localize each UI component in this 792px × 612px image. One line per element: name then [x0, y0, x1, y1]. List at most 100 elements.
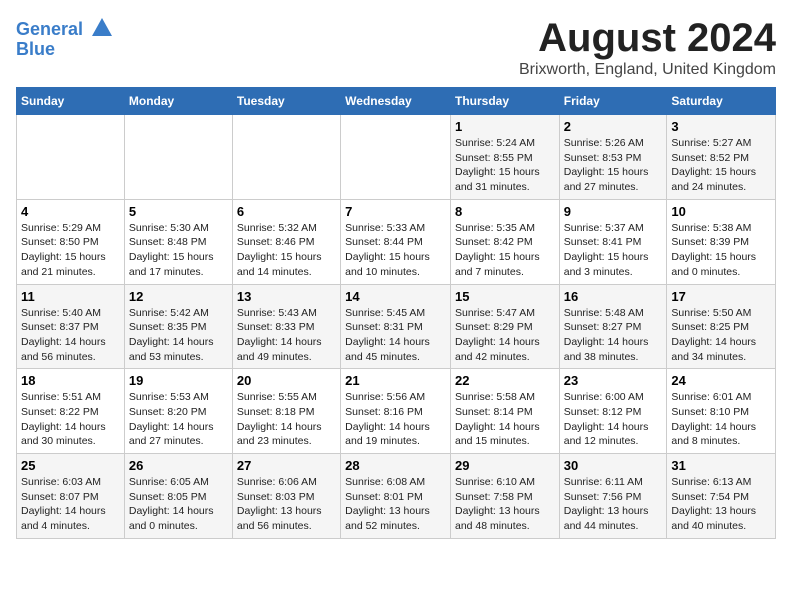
- day-info: Sunrise: 6:03 AM Sunset: 8:07 PM Dayligh…: [21, 475, 120, 534]
- day-info: Sunrise: 6:08 AM Sunset: 8:01 PM Dayligh…: [345, 475, 446, 534]
- calendar-cell: 3 Sunrise: 5:27 AM Sunset: 8:52 PM Daylig…: [667, 115, 776, 200]
- day-info: Sunrise: 5:48 AM Sunset: 8:27 PM Dayligh…: [564, 306, 663, 365]
- day-info: Sunrise: 5:40 AM Sunset: 8:37 PM Dayligh…: [21, 306, 120, 365]
- calendar-cell: 7 Sunrise: 5:33 AM Sunset: 8:44 PM Daylig…: [341, 199, 451, 284]
- logo: General Blue: [16, 20, 114, 60]
- day-info: Sunrise: 5:29 AM Sunset: 8:50 PM Dayligh…: [21, 221, 120, 280]
- day-header-tuesday: Tuesday: [232, 88, 340, 115]
- day-info: Sunrise: 5:47 AM Sunset: 8:29 PM Dayligh…: [455, 306, 555, 365]
- day-info: Sunrise: 5:55 AM Sunset: 8:18 PM Dayligh…: [237, 390, 336, 449]
- day-number: 5: [129, 204, 228, 219]
- day-info: Sunrise: 5:42 AM Sunset: 8:35 PM Dayligh…: [129, 306, 228, 365]
- page-title: August 2024: [519, 16, 776, 61]
- day-number: 25: [21, 458, 120, 473]
- calendar-cell: 1 Sunrise: 5:24 AM Sunset: 8:55 PM Daylig…: [450, 115, 559, 200]
- day-info: Sunrise: 6:01 AM Sunset: 8:10 PM Dayligh…: [671, 390, 771, 449]
- day-info: Sunrise: 5:26 AM Sunset: 8:53 PM Dayligh…: [564, 136, 663, 195]
- day-info: Sunrise: 5:56 AM Sunset: 8:16 PM Dayligh…: [345, 390, 446, 449]
- calendar-cell: 10 Sunrise: 5:38 AM Sunset: 8:39 PM Dayli…: [667, 199, 776, 284]
- day-number: 6: [237, 204, 336, 219]
- day-number: 31: [671, 458, 771, 473]
- day-number: 10: [671, 204, 771, 219]
- day-number: 14: [345, 289, 446, 304]
- title-area: August 2024 Brixworth, England, United K…: [519, 16, 776, 79]
- calendar-cell: [341, 115, 451, 200]
- calendar-cell: 2Sunrise: 5:26 AM Sunset: 8:53 PM Daylig…: [559, 115, 667, 200]
- day-info: Sunrise: 6:00 AM Sunset: 8:12 PM Dayligh…: [564, 390, 663, 449]
- calendar-cell: 29 Sunrise: 6:10 AM Sunset: 7:58 PM Dayli…: [450, 454, 559, 539]
- day-info: Sunrise: 6:11 AM Sunset: 7:56 PM Dayligh…: [564, 475, 663, 534]
- logo-blue: Blue: [16, 40, 114, 60]
- calendar-cell: 4 Sunrise: 5:29 AM Sunset: 8:50 PM Daylig…: [17, 199, 125, 284]
- day-info: Sunrise: 6:13 AM Sunset: 7:54 PM Dayligh…: [671, 475, 771, 534]
- calendar-cell: 22 Sunrise: 5:58 AM Sunset: 8:14 PM Dayli…: [450, 369, 559, 454]
- day-info: Sunrise: 5:32 AM Sunset: 8:46 PM Dayligh…: [237, 221, 336, 280]
- day-info: Sunrise: 6:06 AM Sunset: 8:03 PM Dayligh…: [237, 475, 336, 534]
- calendar-cell: 28Sunrise: 6:08 AM Sunset: 8:01 PM Dayli…: [341, 454, 451, 539]
- calendar-cell: 18 Sunrise: 5:51 AM Sunset: 8:22 PM Dayli…: [17, 369, 125, 454]
- day-number: 24: [671, 373, 771, 388]
- day-info: Sunrise: 5:33 AM Sunset: 8:44 PM Dayligh…: [345, 221, 446, 280]
- day-info: Sunrise: 6:05 AM Sunset: 8:05 PM Dayligh…: [129, 475, 228, 534]
- day-number: 30: [564, 458, 663, 473]
- calendar-cell: 13 Sunrise: 5:43 AM Sunset: 8:33 PM Dayli…: [232, 284, 340, 369]
- day-info: Sunrise: 5:35 AM Sunset: 8:42 PM Dayligh…: [455, 221, 555, 280]
- day-number: 19: [129, 373, 228, 388]
- day-info: Sunrise: 5:27 AM Sunset: 8:52 PM Dayligh…: [671, 136, 771, 195]
- calendar-cell: 26 Sunrise: 6:05 AM Sunset: 8:05 PM Dayli…: [124, 454, 232, 539]
- day-number: 4: [21, 204, 120, 219]
- day-number: 3: [671, 119, 771, 134]
- page-subtitle: Brixworth, England, United Kingdom: [519, 61, 776, 79]
- day-number: 22: [455, 373, 555, 388]
- calendar-cell: 19 Sunrise: 5:53 AM Sunset: 8:20 PM Dayli…: [124, 369, 232, 454]
- day-info: Sunrise: 5:24 AM Sunset: 8:55 PM Dayligh…: [455, 136, 555, 195]
- day-info: Sunrise: 5:51 AM Sunset: 8:22 PM Dayligh…: [21, 390, 120, 449]
- calendar-cell: 21Sunrise: 5:56 AM Sunset: 8:16 PM Dayli…: [341, 369, 451, 454]
- day-header-sunday: Sunday: [17, 88, 125, 115]
- day-info: Sunrise: 5:58 AM Sunset: 8:14 PM Dayligh…: [455, 390, 555, 449]
- day-number: 7: [345, 204, 446, 219]
- calendar-cell: 23 Sunrise: 6:00 AM Sunset: 8:12 PM Dayli…: [559, 369, 667, 454]
- calendar-cell: 9 Sunrise: 5:37 AM Sunset: 8:41 PM Daylig…: [559, 199, 667, 284]
- day-number: 29: [455, 458, 555, 473]
- day-info: Sunrise: 5:43 AM Sunset: 8:33 PM Dayligh…: [237, 306, 336, 365]
- day-number: 9: [564, 204, 663, 219]
- day-info: Sunrise: 5:38 AM Sunset: 8:39 PM Dayligh…: [671, 221, 771, 280]
- day-header-wednesday: Wednesday: [341, 88, 451, 115]
- day-number: 23: [564, 373, 663, 388]
- calendar-table: SundayMondayTuesdayWednesdayThursdayFrid…: [16, 87, 776, 539]
- calendar-cell: 24 Sunrise: 6:01 AM Sunset: 8:10 PM Dayli…: [667, 369, 776, 454]
- day-info: Sunrise: 5:45 AM Sunset: 8:31 PM Dayligh…: [345, 306, 446, 365]
- calendar-cell: 15Sunrise: 5:47 AM Sunset: 8:29 PM Dayli…: [450, 284, 559, 369]
- day-number: 18: [21, 373, 120, 388]
- header: General Blue August 2024 Brixworth, Engl…: [16, 16, 776, 79]
- calendar-cell: 30 Sunrise: 6:11 AM Sunset: 7:56 PM Dayli…: [559, 454, 667, 539]
- calendar-cell: 27Sunrise: 6:06 AM Sunset: 8:03 PM Dayli…: [232, 454, 340, 539]
- calendar-cell: 6 Sunrise: 5:32 AM Sunset: 8:46 PM Daylig…: [232, 199, 340, 284]
- day-header-monday: Monday: [124, 88, 232, 115]
- day-info: Sunrise: 5:30 AM Sunset: 8:48 PM Dayligh…: [129, 221, 228, 280]
- logo-general: General: [16, 19, 83, 39]
- day-number: 17: [671, 289, 771, 304]
- day-info: Sunrise: 5:53 AM Sunset: 8:20 PM Dayligh…: [129, 390, 228, 449]
- day-number: 11: [21, 289, 120, 304]
- calendar-cell: 31 Sunrise: 6:13 AM Sunset: 7:54 PM Dayli…: [667, 454, 776, 539]
- day-header-thursday: Thursday: [450, 88, 559, 115]
- day-header-friday: Friday: [559, 88, 667, 115]
- calendar-cell: 25 Sunrise: 6:03 AM Sunset: 8:07 PM Dayli…: [17, 454, 125, 539]
- day-header-saturday: Saturday: [667, 88, 776, 115]
- day-info: Sunrise: 6:10 AM Sunset: 7:58 PM Dayligh…: [455, 475, 555, 534]
- calendar-cell: 14 Sunrise: 5:45 AM Sunset: 8:31 PM Dayli…: [341, 284, 451, 369]
- day-number: 20: [237, 373, 336, 388]
- day-number: 26: [129, 458, 228, 473]
- calendar-cell: [232, 115, 340, 200]
- day-number: 16: [564, 289, 663, 304]
- day-number: 13: [237, 289, 336, 304]
- calendar-cell: 12 Sunrise: 5:42 AM Sunset: 8:35 PM Dayli…: [124, 284, 232, 369]
- calendar-cell: [17, 115, 125, 200]
- calendar-cell: 5 Sunrise: 5:30 AM Sunset: 8:48 PM Daylig…: [124, 199, 232, 284]
- day-number: 12: [129, 289, 228, 304]
- calendar-cell: 8Sunrise: 5:35 AM Sunset: 8:42 PM Daylig…: [450, 199, 559, 284]
- day-info: Sunrise: 5:37 AM Sunset: 8:41 PM Dayligh…: [564, 221, 663, 280]
- day-number: 1: [455, 119, 555, 134]
